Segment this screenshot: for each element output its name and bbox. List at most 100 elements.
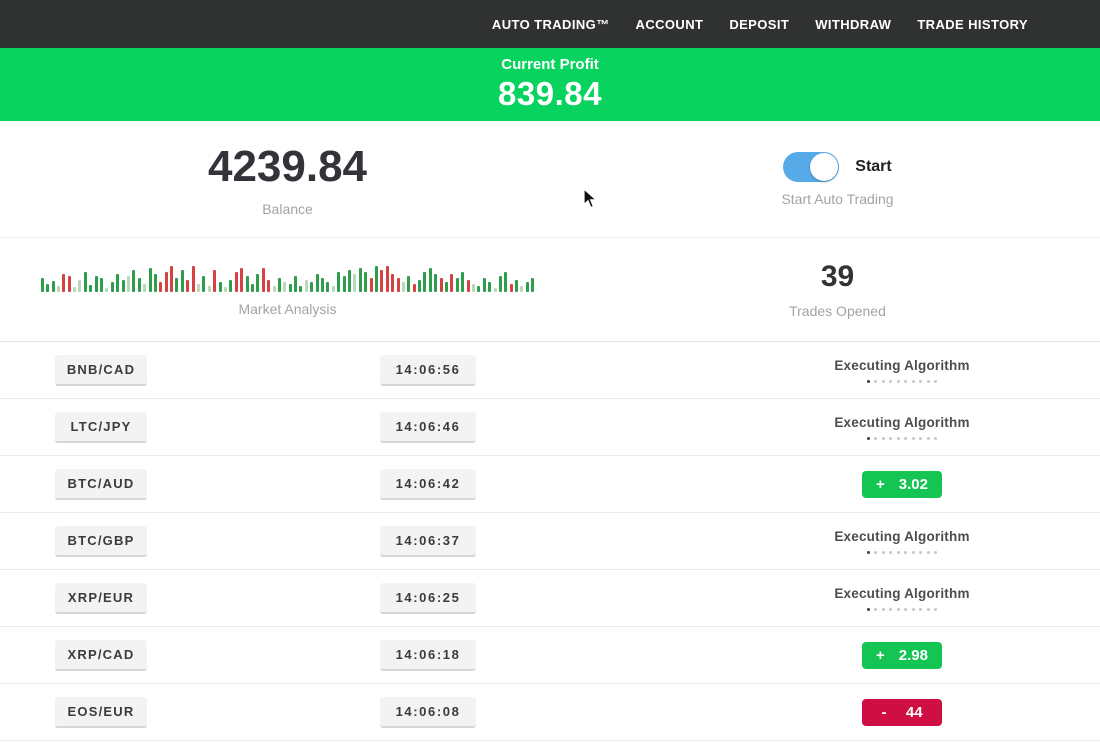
market-bar — [461, 272, 464, 292]
market-bar — [472, 284, 475, 292]
market-bar — [235, 272, 238, 292]
trade-time-badge: 14:06:46 — [380, 412, 476, 443]
market-bar — [84, 272, 87, 292]
market-bar — [289, 284, 292, 292]
profit-label: Current Profit — [501, 56, 599, 73]
table-row: BTC/GBP 14:06:37 Executing Algorithm — [0, 513, 1100, 570]
market-bar — [520, 286, 523, 292]
market-bar — [170, 266, 173, 292]
market-bar — [310, 282, 313, 292]
nav-item-deposit[interactable]: DEPOSIT — [729, 17, 789, 32]
pair-badge: BTC/GBP — [55, 526, 147, 557]
market-bar — [531, 278, 534, 292]
market-bar — [418, 280, 421, 292]
market-bar — [229, 280, 232, 292]
status-executing: Executing Algorithm — [834, 358, 969, 383]
market-bar — [477, 286, 480, 292]
balance-block: 4239.84 Balance — [0, 121, 575, 237]
market-bar — [57, 286, 60, 292]
market-bar — [375, 266, 378, 292]
market-bar — [181, 270, 184, 292]
pair-badge: BTC/AUD — [55, 469, 147, 500]
market-bar — [105, 288, 108, 292]
market-bar — [499, 276, 502, 292]
market-bar — [122, 280, 125, 292]
market-bar — [283, 282, 286, 292]
nav-menu: AUTO TRADING™ ACCOUNT DEPOSIT WITHDRAW TRADE… — [492, 17, 1028, 32]
trades-opened-block: 39 Trades Opened — [575, 238, 1100, 341]
market-bar — [515, 280, 518, 292]
trade-status: Executing Algorithm — [772, 415, 1032, 440]
auto-trading-block: Start Start Auto Trading — [575, 121, 1100, 237]
result-badge: - 44 — [862, 699, 942, 726]
market-bar — [197, 284, 200, 292]
nav-item-trade-history[interactable]: TRADE HISTORY — [917, 17, 1028, 32]
market-bar — [407, 276, 410, 292]
nav-item-auto-trading[interactable]: AUTO TRADING™ — [492, 17, 610, 32]
market-bar — [68, 276, 71, 292]
trade-time-badge: 14:06:42 — [380, 469, 476, 500]
market-bar — [413, 284, 416, 292]
result-badge: + 2.98 — [862, 642, 942, 669]
market-bar — [89, 285, 92, 292]
progress-dots-icon — [867, 380, 938, 383]
market-bar — [294, 276, 297, 292]
pair-badge: XRP/CAD — [55, 640, 147, 671]
market-bar — [256, 274, 259, 292]
market-bar — [138, 278, 141, 292]
market-bar — [380, 270, 383, 292]
market-bar — [450, 274, 453, 292]
trades-table: BNB/CAD 14:06:56 Executing Algorithm LTC… — [0, 342, 1100, 741]
market-bar — [321, 278, 324, 292]
market-bar — [488, 282, 491, 292]
trade-time-badge: 14:06:18 — [380, 640, 476, 671]
status-executing-label: Executing Algorithm — [834, 358, 969, 373]
pair-badge: EOS/EUR — [55, 697, 147, 728]
market-bar — [504, 272, 507, 292]
market-bar — [483, 278, 486, 292]
market-bar — [143, 284, 146, 292]
market-bar — [132, 270, 135, 292]
pair-badge: XRP/EUR — [55, 583, 147, 614]
market-bar — [273, 286, 276, 292]
trade-time-badge: 14:06:56 — [380, 355, 476, 386]
market-bar — [445, 282, 448, 292]
market-bar — [202, 276, 205, 292]
result-value: 2.98 — [899, 647, 928, 664]
market-bar — [165, 272, 168, 292]
stats-row-top: 4239.84 Balance Start Start Auto Trading — [0, 121, 1100, 238]
balance-value: 4239.84 — [208, 142, 367, 192]
pair-badge: BNB/CAD — [55, 355, 147, 386]
market-bar — [402, 282, 405, 292]
trades-opened-label: Trades Opened — [789, 303, 886, 319]
market-bar — [213, 270, 216, 292]
status-executing-label: Executing Algorithm — [834, 415, 969, 430]
trade-status: Executing Algorithm — [772, 529, 1032, 554]
trade-time-badge: 14:06:25 — [380, 583, 476, 614]
table-row: BNB/CAD 14:06:56 Executing Algorithm — [0, 342, 1100, 399]
table-row: BTC/AUD 14:06:42 + 3.02 — [0, 456, 1100, 513]
market-bar — [526, 282, 529, 292]
market-bar — [186, 280, 189, 292]
trade-time-badge: 14:06:08 — [380, 697, 476, 728]
profit-banner: Current Profit 839.84 — [0, 48, 1100, 121]
market-bar — [219, 282, 222, 292]
trade-status: - 44 — [772, 699, 1032, 726]
toggle-knob-icon — [810, 153, 838, 181]
nav-item-withdraw[interactable]: WITHDRAW — [815, 17, 891, 32]
table-row: EOS/EUR 14:06:08 - 44 — [0, 684, 1100, 741]
market-bar — [332, 286, 335, 292]
status-executing-label: Executing Algorithm — [834, 529, 969, 544]
market-bar — [337, 272, 340, 292]
market-bar — [78, 280, 81, 292]
market-bar — [100, 278, 103, 292]
market-bar — [149, 268, 152, 292]
nav-item-account[interactable]: ACCOUNT — [636, 17, 704, 32]
status-executing-label: Executing Algorithm — [834, 586, 969, 601]
status-executing: Executing Algorithm — [834, 415, 969, 440]
start-toggle[interactable] — [783, 152, 839, 182]
market-bar — [386, 266, 389, 292]
market-bar — [62, 274, 65, 292]
market-bar — [316, 274, 319, 292]
market-bar — [348, 270, 351, 292]
